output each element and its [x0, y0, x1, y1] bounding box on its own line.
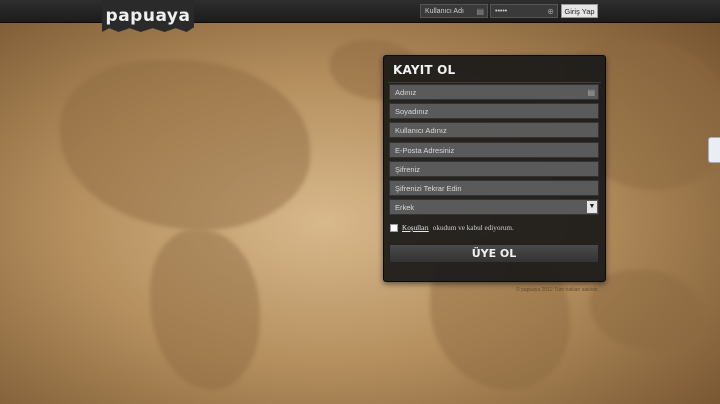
lock-icon: ⊕ [547, 7, 554, 16]
terms-checkbox[interactable] [390, 224, 398, 232]
terms-row: Koşulları okudum ve kabul ediyorum. [390, 224, 514, 232]
password-confirm-input[interactable]: Şifrenizi Tekrar Edin [389, 180, 599, 196]
gender-select[interactable]: Erkek ▼ [389, 199, 599, 215]
password-placeholder: Şifreniz [395, 165, 421, 174]
first-name-input[interactable]: Adınız ▤ [389, 84, 599, 100]
terms-text: okudum ve kabul ediyorum. [432, 224, 514, 232]
brand-logo[interactable]: papuaya [102, 0, 194, 32]
username-field[interactable]: Kullanıcı Adı ▤ [420, 4, 488, 18]
email-input[interactable]: E-Posta Adresiniz [389, 142, 599, 158]
last-name-placeholder: Soyadınız [395, 107, 429, 116]
divider [388, 82, 601, 83]
email-placeholder: E-Posta Adresiniz [395, 146, 455, 155]
side-feedback-tab[interactable] [708, 137, 720, 163]
chevron-down-icon[interactable]: ▼ [587, 201, 597, 213]
user-icon: ▤ [476, 7, 484, 16]
username-placeholder: Kullanıcı Adı [425, 8, 464, 15]
password-input[interactable]: Şifreniz [389, 161, 599, 177]
user-icon: ▤ [587, 88, 595, 97]
terms-link[interactable]: Koşulları [402, 224, 429, 232]
register-panel: KAYIT OL Adınız ▤ Soyadınız Kullanıcı Ad… [383, 55, 606, 282]
username-input[interactable]: Kullanıcı Adınız [389, 122, 599, 138]
register-title: KAYIT OL [393, 63, 456, 77]
password-confirm-placeholder: Şifrenizi Tekrar Edin [395, 184, 462, 193]
register-button[interactable]: ÜYE OL [389, 244, 599, 263]
password-field[interactable]: ••••• ⊕ [490, 4, 558, 18]
last-name-input[interactable]: Soyadınız [389, 103, 599, 119]
login-button[interactable]: Giriş Yap [561, 4, 598, 18]
gender-selected: Erkek [395, 203, 415, 212]
username-placeholder: Kullanıcı Adınız [395, 126, 447, 135]
first-name-placeholder: Adınız [395, 88, 417, 97]
logo-text: papuaya [105, 6, 191, 26]
world-map-background [0, 0, 720, 404]
footer-note: © papuaya 2012 Tüm hakları saklıdır. [516, 287, 600, 293]
password-value: ••••• [495, 8, 508, 15]
